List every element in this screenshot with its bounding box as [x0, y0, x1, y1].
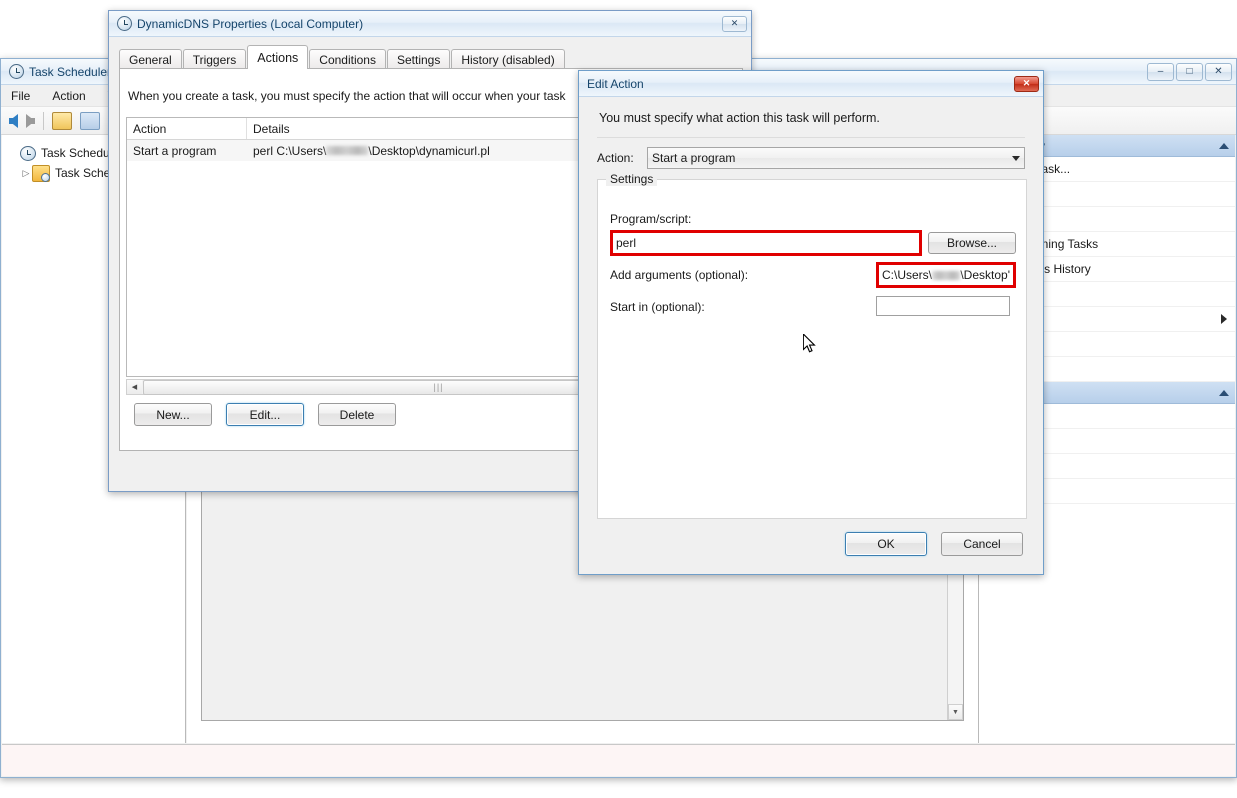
menu-item-file[interactable]: File [11, 89, 30, 103]
tab-actions[interactable]: Actions [247, 45, 309, 69]
redacted-username [326, 146, 369, 155]
clock-icon [117, 16, 132, 31]
tab-label: Triggers [192, 52, 237, 67]
tree-expander[interactable]: ▷ [20, 168, 32, 179]
actions-tab-description: When you create a task, you must specify… [128, 89, 566, 103]
edit-action-title: Edit Action [587, 76, 644, 91]
arrow-cursor [803, 334, 816, 353]
edit-button[interactable]: Edit... [226, 403, 304, 426]
refresh-icon[interactable] [52, 111, 72, 130]
program-script-label: Program/script: [610, 212, 692, 226]
edit-action-titlebar: Edit Action ✕ [579, 71, 1043, 97]
add-arguments-label: Add arguments (optional): [610, 268, 749, 282]
chevron-up-icon[interactable] [1219, 142, 1229, 149]
status-bar [2, 744, 1235, 776]
chevron-down-icon [1012, 155, 1020, 161]
folder-task-icon [32, 164, 50, 182]
forward-arrow-icon[interactable] [26, 113, 35, 128]
close-button[interactable]: ✕ [722, 15, 747, 32]
program-script-input[interactable]: perl [610, 230, 922, 256]
screen: Task Scheduler – □ ✕ File Action Vi Task… [0, 0, 1237, 798]
properties-tabstrip: General Triggers Actions Conditions Sett… [119, 45, 743, 69]
edit-action-button-row: OK Cancel [845, 532, 1023, 556]
chevron-right-icon [1221, 314, 1227, 324]
new-button[interactable]: New... [134, 403, 212, 426]
scroll-down-button[interactable]: ▼ [948, 704, 963, 720]
tab-label: General [129, 52, 172, 67]
column-header-action[interactable]: Action [127, 118, 247, 139]
details-suffix: \Desktop\dynamicurl.pl [368, 143, 490, 158]
tab-history[interactable]: History (disabled) [451, 49, 565, 69]
edit-action-description: You must specify what action this task w… [599, 111, 880, 125]
delete-button[interactable]: Delete [318, 403, 396, 426]
clock-icon [9, 64, 24, 79]
browse-button[interactable]: Browse... [928, 232, 1016, 254]
tab-label: Actions [257, 50, 299, 65]
tab-settings[interactable]: Settings [386, 49, 451, 69]
close-button[interactable]: ✕ [1205, 62, 1232, 81]
divider [597, 137, 1025, 138]
back-arrow-icon[interactable] [9, 113, 18, 128]
arguments-prefix: C:\Users\ [882, 268, 933, 282]
ok-button[interactable]: OK [845, 532, 927, 556]
start-in-label: Start in (optional): [610, 300, 705, 314]
scroll-left-button[interactable]: ◀ [127, 380, 142, 394]
minimize-button[interactable]: – [1147, 62, 1174, 81]
program-script-value: perl [616, 236, 637, 250]
action-type-value: Start a program [652, 151, 736, 165]
add-arguments-input[interactable]: C:\Users\ \Desktop' [876, 262, 1016, 288]
tab-conditions[interactable]: Conditions [309, 49, 386, 69]
toolbar-separator [43, 111, 44, 130]
cell-action: Start a program [133, 143, 217, 158]
chevron-up-icon[interactable] [1219, 389, 1229, 396]
action-type-row: Action: Start a program [597, 147, 1025, 169]
properties-window-controls: ✕ [722, 15, 747, 32]
action-label: Action: [597, 151, 634, 165]
show-hide-pane-icon[interactable] [80, 111, 100, 130]
clock-icon [20, 145, 36, 161]
tab-triggers[interactable]: Triggers [182, 49, 247, 69]
details-prefix: perl C:\Users\ [253, 143, 327, 158]
task-scheduler-title: Task Scheduler [29, 64, 112, 79]
start-in-input[interactable] [876, 296, 1010, 316]
edit-action-window-controls: ✕ [1014, 75, 1039, 92]
actions-button-row: New... Edit... Delete [134, 403, 396, 426]
properties-title: DynamicDNS Properties (Local Computer) [137, 16, 364, 31]
settings-group-label: Settings [606, 172, 658, 186]
tab-general[interactable]: General [119, 49, 182, 69]
tab-label: Conditions [319, 52, 376, 67]
menu-item-action[interactable]: Action [52, 89, 85, 103]
edit-action-dialog: Edit Action ✕ You must specify what acti… [578, 70, 1044, 575]
window-controls: – □ ✕ [1147, 62, 1232, 81]
maximize-button[interactable]: □ [1176, 62, 1203, 81]
tab-label: History (disabled) [461, 52, 555, 67]
tab-label: Settings [396, 52, 441, 67]
action-type-dropdown[interactable]: Start a program [647, 147, 1025, 169]
close-button[interactable]: ✕ [1014, 75, 1039, 92]
arguments-suffix: \Desktop' [960, 268, 1010, 282]
properties-titlebar: DynamicDNS Properties (Local Computer) ✕ [109, 11, 751, 37]
redacted-username [932, 270, 961, 280]
cancel-button[interactable]: Cancel [941, 532, 1023, 556]
